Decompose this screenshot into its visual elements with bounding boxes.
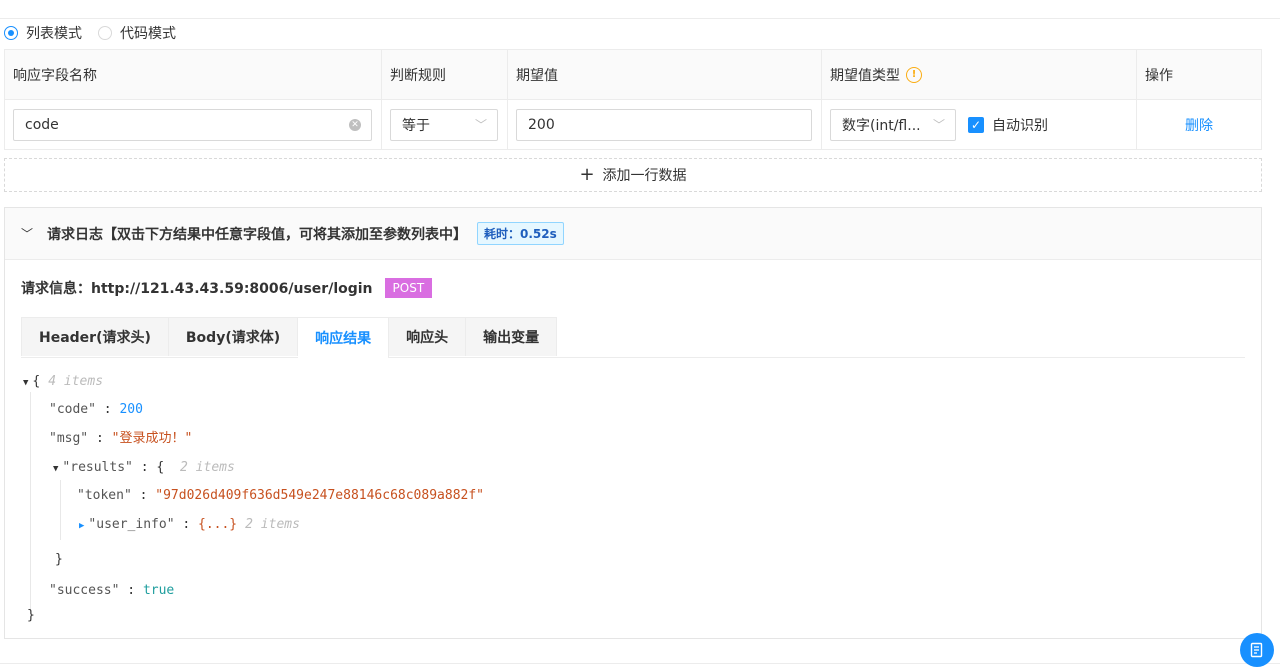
rule-cell: 等于 ﹀ <box>382 100 508 149</box>
method-badge: POST <box>384 278 433 298</box>
caret-down-icon[interactable]: ▼ <box>53 459 58 479</box>
chevron-down-icon[interactable]: ﹀ <box>21 225 33 242</box>
tree-guide <box>30 392 31 610</box>
tab-output-vars[interactable]: 输出变量 <box>466 317 558 356</box>
header-field-name: 响应字段名称 <box>5 50 382 99</box>
auto-detect-label: 自动识别 <box>992 117 1048 134</box>
action-cell: 删除 <box>1137 100 1261 149</box>
table-row: code ✕ 等于 ﹀ 200 数字(int/fl... ﹀ ✓ 自动识别 删除 <box>5 100 1261 149</box>
brace-close: } <box>55 552 63 567</box>
chevron-down-icon: ﹀ <box>932 117 945 132</box>
code-mode-label: 代码模式 <box>120 26 176 42</box>
brace-open: { <box>32 374 41 389</box>
assertion-table: 响应字段名称 判断规则 期望值 期望值类型 ! 操作 code ✕ 等于 ﹀ 2… <box>4 49 1262 150</box>
request-info: 请求信息：http://121.43.43.59:8006/user/login… <box>21 278 433 298</box>
add-row-label: 添加一行数据 <box>602 168 687 184</box>
json-line-results[interactable]: ▼ "results" : { 2 items <box>53 458 235 478</box>
log-title: 请求日志【双击下方结果中任意字段值，可将其添加至参数列表中】 <box>47 226 468 243</box>
table-header: 响应字段名称 判断规则 期望值 期望值类型 ! 操作 <box>5 50 1261 100</box>
brace-close: } <box>27 608 35 623</box>
header-rule: 判断规则 <box>382 50 508 99</box>
json-collapsed[interactable]: {...} <box>198 517 237 532</box>
header-expected: 期望值 <box>508 50 822 99</box>
json-key: "code" <box>49 402 96 417</box>
results-count: 2 items <box>180 460 235 475</box>
json-key: "success" <box>49 583 120 598</box>
json-value[interactable]: "97d026d409f636d549e247e88146c68c089a882… <box>155 488 484 503</box>
json-key: "msg" <box>49 431 89 446</box>
request-info-text: 请求信息：http://121.43.43.59:8006/user/login <box>21 281 373 297</box>
top-divider <box>0 18 1280 19</box>
bottom-divider <box>0 663 1280 664</box>
header-action: 操作 <box>1145 67 1173 84</box>
json-root[interactable]: ▼ {4 items <box>23 372 103 392</box>
chevron-down-icon: ﹀ <box>474 117 487 132</box>
json-key: "results" <box>62 460 133 475</box>
radio-dot[interactable] <box>98 26 112 40</box>
add-row-button[interactable]: + 添加一行数据 <box>4 158 1262 192</box>
expected-cell: 200 <box>508 100 822 149</box>
expected-value-input[interactable]: 200 <box>516 108 812 141</box>
request-log-panel: ﹀ 请求日志【双击下方结果中任意字段值，可将其添加至参数列表中】 耗时：0.52… <box>4 207 1262 639</box>
rule-select[interactable]: 等于 ﹀ <box>390 108 498 141</box>
json-value[interactable]: 200 <box>119 402 142 417</box>
root-count: 4 items <box>48 374 104 389</box>
field-name-value: code <box>25 116 59 133</box>
code-mode-radio[interactable]: 代码模式 <box>98 23 176 43</box>
expected-value: 200 <box>528 116 555 133</box>
log-header[interactable]: ﹀ 请求日志【双击下方结果中任意字段值，可将其添加至参数列表中】 耗时：0.52… <box>5 208 1261 260</box>
tree-guide <box>60 480 61 540</box>
user-info-count: 2 items <box>245 517 300 532</box>
document-icon[interactable] <box>1240 633 1274 667</box>
caret-right-icon[interactable]: ▶ <box>79 516 84 536</box>
mode-switch: 列表模式 代码模式 <box>4 22 192 44</box>
field-name-input[interactable]: code ✕ <box>13 108 372 141</box>
rule-value: 等于 <box>402 117 430 134</box>
tab-body[interactable]: Body(请求体) <box>168 317 299 356</box>
tab-response-headers[interactable]: 响应头 <box>389 317 467 356</box>
radio-dot[interactable] <box>4 26 18 40</box>
expected-type-select[interactable]: 数字(int/fl... ﹀ <box>830 108 956 141</box>
json-value[interactable]: true <box>143 583 174 598</box>
list-mode-label: 列表模式 <box>26 26 82 42</box>
document-icon-svg <box>1250 642 1263 658</box>
auto-detect-checkbox[interactable]: ✓ <box>968 116 984 133</box>
json-value[interactable]: "登录成功！" <box>112 431 193 446</box>
header-expected-type: 期望值类型 ! <box>822 50 1137 99</box>
expected-type-value: 数字(int/fl... <box>842 117 921 134</box>
json-key: "user_info" <box>88 517 175 532</box>
time-badge: 耗时：0.52s <box>477 222 564 245</box>
info-icon[interactable]: ! <box>906 66 922 83</box>
json-line-code[interactable]: "code" : 200 <box>49 400 143 420</box>
tab-header[interactable]: Header(请求头) <box>21 317 169 356</box>
json-line-user-info[interactable]: ▶ "user_info" : {...} 2 items <box>79 515 300 535</box>
list-mode-radio[interactable]: 列表模式 <box>4 23 82 43</box>
caret-down-icon[interactable]: ▼ <box>23 373 28 393</box>
expected-type-cell: 数字(int/fl... ﹀ ✓ 自动识别 <box>822 100 1137 149</box>
tab-response[interactable]: 响应结果 <box>298 317 390 358</box>
plus-icon: + <box>579 164 595 185</box>
header-expected-type-label: 期望值类型 <box>830 67 900 84</box>
field-cell: code ✕ <box>5 100 382 149</box>
json-line-success[interactable]: "success" : true <box>49 581 174 601</box>
json-line-token[interactable]: "token" : "97d026d409f636d549e247e88146c… <box>77 486 484 506</box>
json-line-msg[interactable]: "msg" : "登录成功！" <box>49 429 192 449</box>
clear-icon[interactable]: ✕ <box>349 118 361 131</box>
result-tabs: Header(请求头) Body(请求体) 响应结果 响应头 输出变量 <box>21 317 1245 358</box>
delete-link[interactable]: 删除 <box>1185 115 1213 135</box>
json-key: "token" <box>77 488 132 503</box>
